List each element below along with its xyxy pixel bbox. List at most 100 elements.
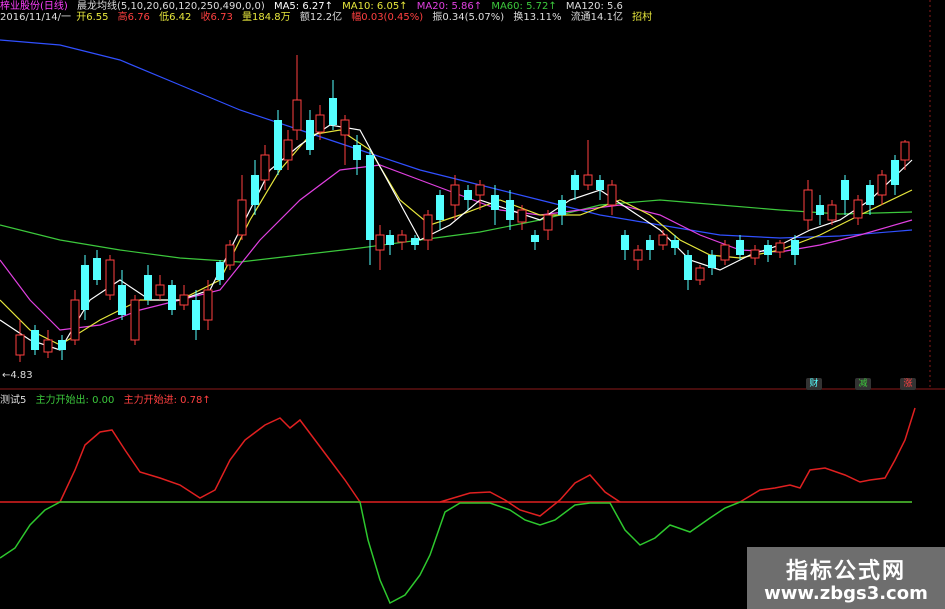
candle-body — [423, 214, 433, 241]
candle-body — [695, 267, 705, 281]
watermark-url: www.zbgs3.com — [764, 583, 928, 604]
candle-body — [397, 234, 407, 243]
low: 低6.42 — [159, 12, 192, 23]
candle-body — [607, 184, 617, 206]
candle-body — [58, 340, 66, 350]
candle-body — [633, 249, 643, 261]
ma120-line — [0, 39, 913, 239]
candle-body — [803, 189, 813, 221]
candle-body — [658, 234, 668, 246]
ma10-readout: MA10: 6.05↑ — [342, 1, 408, 12]
candle-body — [15, 334, 25, 356]
candle-body — [866, 185, 874, 205]
date: 2016/11/14/一 — [0, 12, 72, 23]
candle-body — [192, 300, 200, 330]
candle-body — [251, 175, 259, 205]
rise-badge[interactable]: 涨 — [900, 378, 916, 390]
candle-body — [775, 242, 785, 253]
indicator-line1: 主力开始出: 0.00 — [35, 395, 115, 406]
candle-body — [105, 259, 115, 296]
indicator-line2: 主力开始进: 0.78↑ — [123, 395, 211, 406]
indicator-header: 测试5 主力开始出: 0.00 主力开始进: 0.78↑ — [0, 391, 217, 406]
candle-body — [144, 275, 152, 300]
open: 开6.55 — [76, 12, 109, 23]
candle-body — [464, 190, 472, 200]
candle-body — [274, 120, 282, 170]
candle-body — [353, 145, 361, 160]
candle-body — [720, 244, 730, 261]
candle-body — [375, 234, 385, 251]
candle-body — [841, 180, 849, 200]
candle-body — [750, 249, 760, 259]
indicator-name: 晨龙均线(5,10,20,60,120,250,490,0,0) — [77, 1, 265, 12]
close: 收6.73 — [200, 12, 233, 23]
candle-body — [260, 154, 270, 181]
candle-body — [81, 265, 89, 310]
candle-body — [736, 240, 744, 255]
candle-body — [853, 199, 863, 219]
high: 高6.76 — [117, 12, 150, 23]
candle-body — [306, 120, 314, 150]
candle-body — [475, 184, 485, 196]
amount: 额12.2亿 — [299, 12, 343, 23]
candle-body — [411, 238, 419, 245]
candle-body — [517, 209, 527, 223]
change: 幅0.03(0.45%) — [351, 12, 424, 23]
candle-body — [900, 141, 910, 161]
candle-body — [203, 289, 213, 321]
candle-body — [708, 255, 716, 268]
candle-body — [130, 299, 140, 341]
reduce-badge[interactable]: 减 — [855, 378, 871, 390]
low-price-marker: ←4.83 — [2, 370, 33, 381]
candle-body — [827, 204, 837, 221]
candle-body — [684, 255, 692, 280]
candle-body — [450, 184, 460, 206]
red-indicator-line-2 — [439, 474, 621, 517]
candle-body — [543, 214, 553, 231]
candle-body — [791, 240, 799, 255]
red-indicator-line-3 — [739, 407, 916, 503]
candle-body — [237, 199, 247, 236]
candle-body — [329, 98, 337, 125]
candle-body — [118, 285, 126, 315]
float-shares: 流通14.1亿 — [570, 12, 623, 23]
candle-body — [168, 285, 176, 310]
candle-body — [292, 99, 302, 131]
candle-body — [558, 200, 566, 215]
chart-grid — [0, 0, 945, 390]
candle-body — [816, 205, 824, 215]
candle-body — [436, 195, 444, 220]
candle-body — [43, 339, 53, 353]
candle-body — [315, 114, 325, 133]
candle-body — [225, 244, 235, 266]
candle-body — [216, 262, 224, 280]
candle-body — [93, 258, 101, 280]
candle-body — [179, 294, 189, 306]
amplitude: 振0.34(5.07%) — [432, 12, 505, 23]
stock-title: 梓业股份(日线) — [0, 1, 68, 12]
candle-body — [155, 284, 165, 296]
candle-body — [671, 240, 679, 248]
candle-body — [621, 235, 629, 250]
candle-body — [366, 155, 374, 240]
candle-body — [340, 119, 350, 136]
candle-body — [491, 195, 499, 210]
candle-body — [891, 160, 899, 185]
candle-body — [506, 200, 514, 220]
candle-body — [386, 235, 394, 245]
candles — [15, 55, 910, 362]
candle-body — [31, 330, 39, 350]
candle-body — [646, 240, 654, 250]
red-indicator-line — [59, 417, 361, 503]
candle-body — [531, 235, 539, 242]
candle-body — [596, 180, 604, 190]
turnover: 换13.11% — [513, 12, 562, 23]
ma60-readout: MA60: 5.72↑ — [491, 1, 557, 12]
ma120-readout: MA120: 5.6 — [565, 1, 623, 12]
ma5-readout: MA5: 6.27↑ — [273, 1, 333, 12]
indicator-title: 测试5 — [0, 395, 27, 406]
finance-badge[interactable]: 财 — [806, 378, 822, 390]
volume: 量184.8万 — [242, 12, 291, 23]
candle-body — [70, 299, 80, 341]
candle-body — [877, 174, 887, 196]
